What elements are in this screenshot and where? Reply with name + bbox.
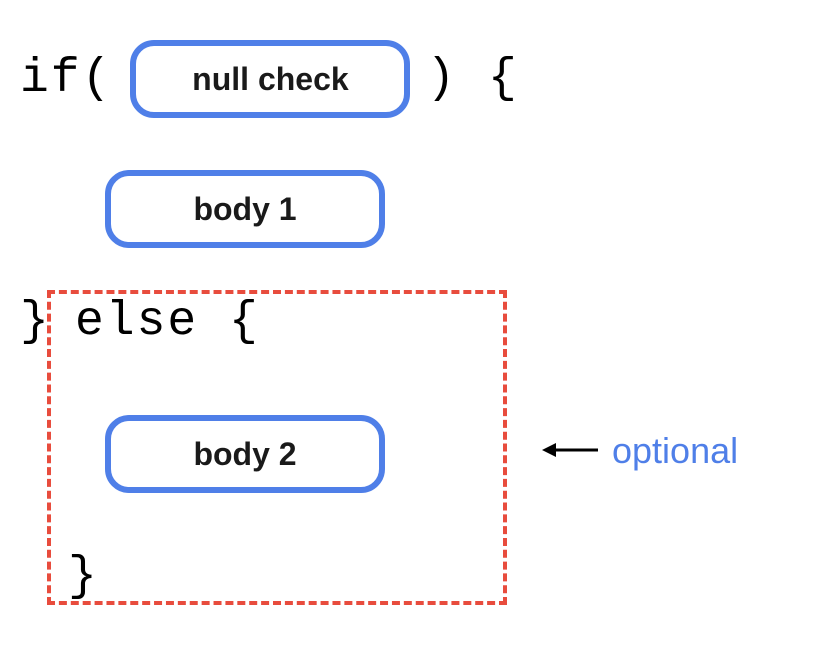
body1-label: body 1 bbox=[193, 191, 296, 228]
null-check-label: null check bbox=[192, 61, 349, 98]
final-close-brace: } bbox=[68, 550, 99, 604]
else-clause: else { bbox=[75, 295, 260, 349]
if-keyword: if( bbox=[20, 52, 112, 106]
body1-pill: body 1 bbox=[105, 170, 385, 248]
arrow-icon bbox=[540, 450, 600, 452]
null-check-pill: null check bbox=[130, 40, 410, 118]
if-statement-line: if( null check ) { bbox=[20, 40, 519, 118]
body2-pill: body 2 bbox=[105, 415, 385, 493]
body2-label: body 2 bbox=[193, 436, 296, 473]
optional-annotation: optional bbox=[540, 430, 738, 472]
optional-label: optional bbox=[612, 430, 738, 472]
close-paren-brace: ) { bbox=[426, 52, 518, 106]
